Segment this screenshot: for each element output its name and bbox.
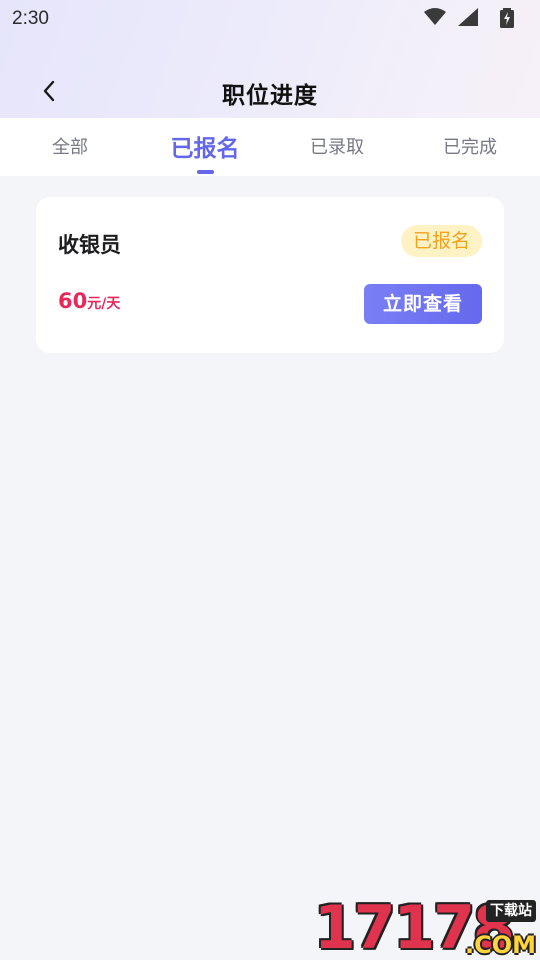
salary-unit: 元/天	[87, 296, 121, 312]
tab-completed[interactable]: 已完成	[405, 118, 535, 176]
wifi-icon	[424, 8, 446, 25]
view-now-button[interactable]: 立即查看	[364, 284, 482, 324]
tab-label: 已报名	[170, 136, 240, 162]
tab-bar: 全部 已报名 已录取 已完成	[0, 118, 540, 176]
battery-charging-icon	[500, 8, 514, 28]
watermark-logo: 17178 下载站 .COM	[314, 896, 540, 960]
tab-all[interactable]: 全部	[5, 118, 135, 176]
tab-registered[interactable]: 已报名	[140, 118, 270, 176]
watermark-badge: 下载站	[486, 900, 536, 922]
salary-amount: 60	[58, 289, 88, 313]
salary: 60元/天	[58, 289, 120, 313]
status-time: 2:30	[12, 8, 49, 29]
job-card[interactable]: 收银员 已报名 60元/天 立即查看	[36, 197, 504, 353]
status-bar: 2:30	[0, 0, 540, 36]
tab-label: 全部	[52, 137, 88, 158]
job-title: 收银员	[58, 233, 121, 257]
status-badge: 已报名	[400, 225, 482, 257]
tab-label: 已录取	[310, 137, 364, 158]
tab-label: 已完成	[443, 137, 497, 158]
tab-hired[interactable]: 已录取	[272, 118, 402, 176]
navigation-bar: 职位进度	[0, 64, 540, 118]
tab-active-indicator	[197, 170, 214, 174]
watermark-suffix: .COM	[464, 931, 536, 959]
cell-signal-icon	[458, 8, 478, 26]
page-title: 职位进度	[222, 83, 318, 109]
